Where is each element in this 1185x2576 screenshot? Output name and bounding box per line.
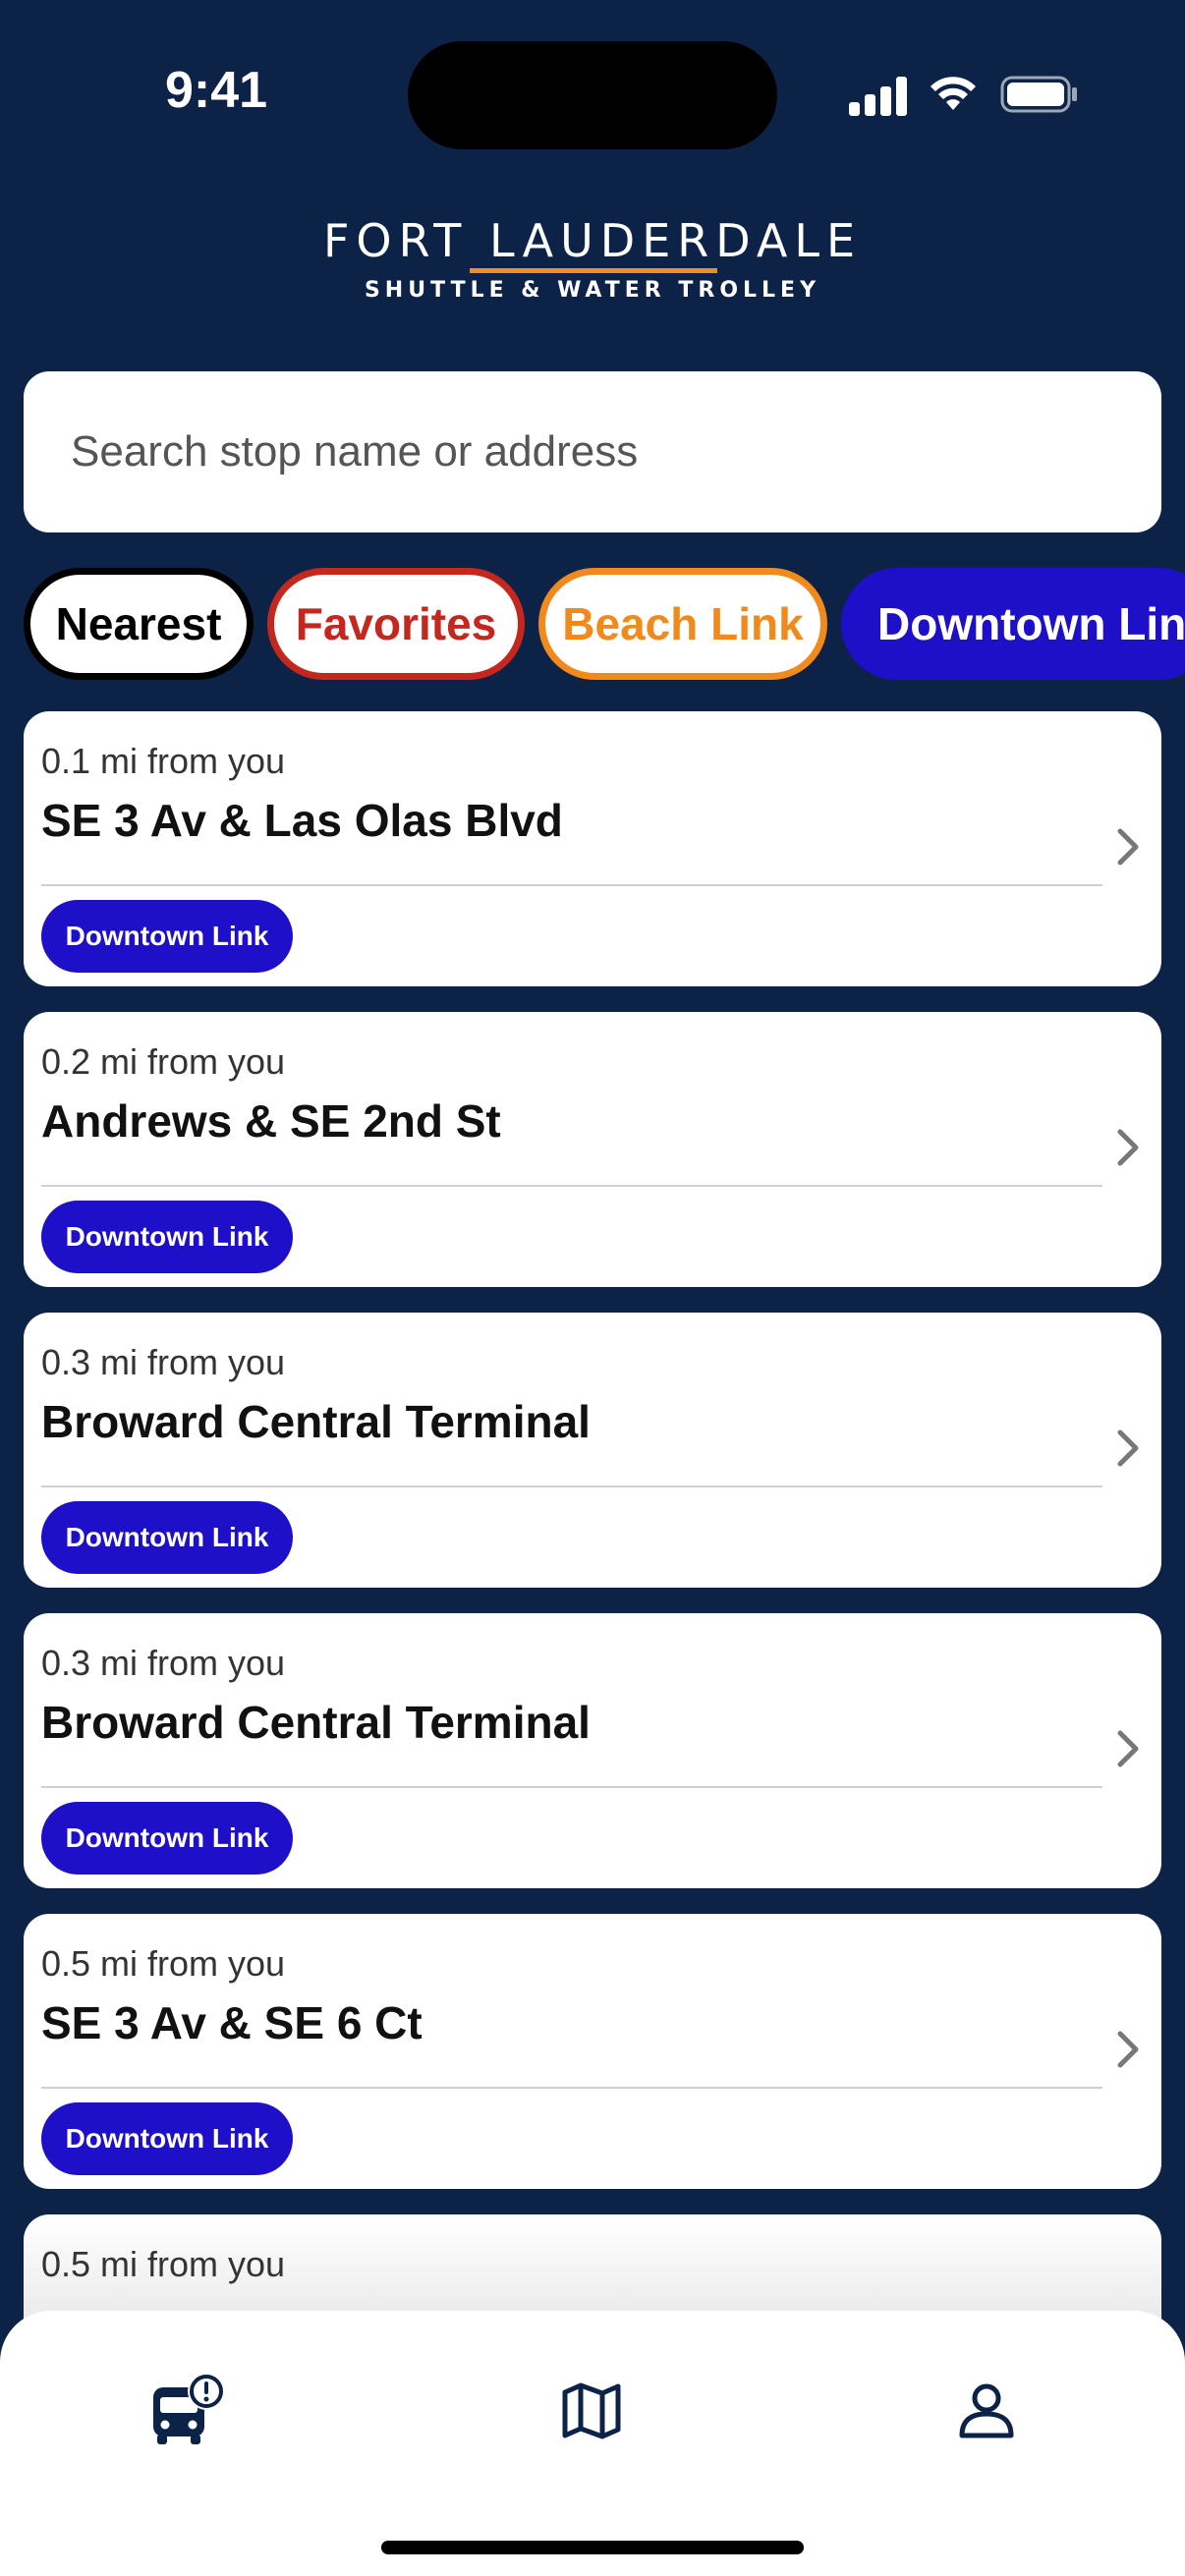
divider — [41, 2087, 1102, 2089]
brand-subtitle: SHUTTLE & WATER TROLLEY — [364, 278, 821, 303]
filter-chip-beach-link[interactable]: Beach Link — [538, 568, 827, 680]
stop-name: Andrews & SE 2nd St — [41, 1095, 501, 1147]
route-badge: Downtown Link — [41, 1501, 293, 1574]
route-badge: Downtown Link — [41, 1802, 293, 1875]
tab-stops[interactable] — [140, 2362, 238, 2460]
chevron-right-icon — [1117, 1429, 1139, 1467]
dynamic-island — [408, 41, 777, 149]
home-indicator — [381, 2541, 804, 2554]
filter-chip-nearest[interactable]: Nearest — [24, 568, 254, 680]
chevron-right-icon — [1117, 2031, 1139, 2068]
chevron-right-icon — [1117, 828, 1139, 866]
battery-icon — [1000, 76, 1077, 113]
tab-map[interactable] — [542, 2362, 641, 2460]
filter-chips: Nearest Favorites Beach Link Downtown Lin — [24, 568, 1185, 682]
route-badge: Downtown Link — [41, 1201, 293, 1273]
status-bar: 9:41 — [0, 0, 1185, 187]
stop-distance: 0.3 mi from you — [41, 1342, 286, 1382]
divider — [41, 1485, 1102, 1487]
stop-name: Broward Central Terminal — [41, 1396, 591, 1447]
stop-name: SE 3 Av & SE 6 Ct — [41, 1997, 423, 2048]
stop-card[interactable]: 0.1 mi from you SE 3 Av & Las Olas Blvd … — [24, 711, 1161, 986]
chevron-right-icon — [1117, 1730, 1139, 1767]
stop-card[interactable]: 0.2 mi from you Andrews & SE 2nd St Down… — [24, 1012, 1161, 1287]
divider — [41, 1185, 1102, 1187]
route-badge: Downtown Link — [41, 2102, 293, 2175]
divider — [41, 884, 1102, 886]
stop-name: SE 3 Av & Las Olas Blvd — [41, 795, 563, 846]
filter-chip-downtown-link[interactable]: Downtown Lin — [841, 568, 1185, 680]
bus-alert-icon — [153, 2373, 225, 2444]
stop-distance: 0.2 mi from you — [41, 1041, 286, 1082]
wifi-icon — [931, 77, 976, 110]
filter-chip-favorites[interactable]: Favorites — [267, 568, 525, 680]
map-icon — [562, 2382, 621, 2439]
brand-logo: FORT LAUDERDALE SHUTTLE & WATER TROLLEY — [0, 211, 1185, 303]
stop-name: Broward Central Terminal — [41, 1697, 591, 1748]
brand-title: FORT LAUDERDALE — [322, 214, 863, 267]
brand-underline — [470, 268, 717, 273]
bottom-tab-bar — [0, 2311, 1185, 2576]
stop-distance: 0.5 mi from you — [41, 2244, 286, 2284]
divider — [41, 1786, 1102, 1788]
stop-distance: 0.5 mi from you — [41, 1943, 286, 1984]
cellular-signal-icon — [849, 77, 908, 116]
stop-card[interactable]: 0.3 mi from you Broward Central Terminal… — [24, 1313, 1161, 1588]
stop-distance: 0.1 mi from you — [41, 741, 286, 781]
search-input[interactable] — [24, 371, 1161, 532]
stop-card[interactable]: 0.3 mi from you Broward Central Terminal… — [24, 1613, 1161, 1888]
stop-card[interactable]: 0.5 mi from you SE 3 Av & SE 6 Ct Downto… — [24, 1914, 1161, 2189]
route-badge: Downtown Link — [41, 900, 293, 973]
chevron-right-icon — [1117, 1129, 1139, 1166]
status-time: 9:41 — [165, 62, 268, 119]
stop-distance: 0.3 mi from you — [41, 1643, 286, 1683]
tab-profile[interactable] — [937, 2362, 1036, 2460]
user-icon — [959, 2383, 1014, 2438]
